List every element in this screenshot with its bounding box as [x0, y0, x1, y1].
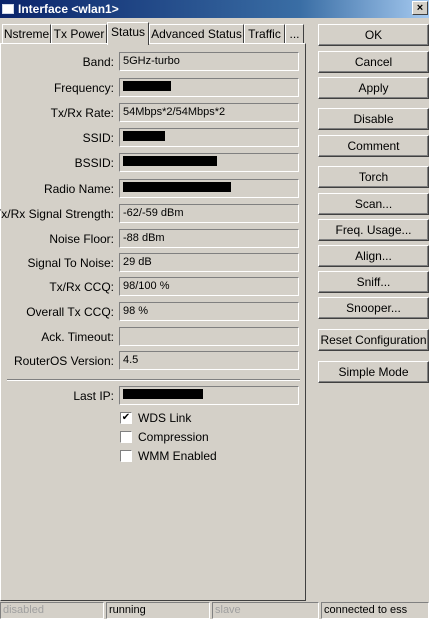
- signal-strength-row: Tx/Rx Signal Strength: -62/-59 dBm: [0, 204, 307, 223]
- status-connection: connected to ess: [321, 602, 429, 619]
- disable-button[interactable]: Disable: [318, 108, 429, 130]
- ssid-row: SSID:: [1, 128, 307, 147]
- reset-configuration-button[interactable]: Reset Configuration: [318, 329, 429, 351]
- signal-to-noise-row: Signal To Noise: 29 dB: [1, 253, 307, 272]
- interface-window: Interface <wlan1> × Nstreme Tx Power Sta…: [0, 0, 429, 619]
- signal-strength-label: Tx/Rx Signal Strength:: [0, 207, 114, 221]
- tab-status[interactable]: Status: [107, 22, 149, 45]
- wmm-enabled-checkbox[interactable]: [120, 450, 132, 462]
- txrx-rate-label: Tx/Rx Rate:: [50, 106, 114, 120]
- status-bar: disabled running slave connected to ess: [0, 601, 429, 619]
- wds-link-checkbox[interactable]: ✔: [120, 412, 132, 424]
- ssid-label: SSID:: [82, 131, 114, 145]
- freq-usage-button[interactable]: Freq. Usage...: [318, 219, 429, 241]
- tab-tx-power[interactable]: Tx Power: [51, 24, 107, 44]
- tab-advanced-status[interactable]: Advanced Status: [149, 24, 244, 44]
- cancel-button[interactable]: Cancel: [318, 51, 429, 73]
- wmm-enabled-label: WMM Enabled: [138, 449, 217, 463]
- ack-timeout-row: Ack. Timeout:: [1, 327, 307, 346]
- compression-checkbox[interactable]: [120, 431, 132, 443]
- signal-strength-field[interactable]: -62/-59 dBm: [119, 204, 299, 223]
- overall-tx-ccq-label: Overall Tx CCQ:: [26, 305, 114, 319]
- wmm-enabled-checkbox-row[interactable]: WMM Enabled: [120, 448, 217, 464]
- status-panel: Band: 5GHz-turbo Frequency: Tx/Rx Rate: …: [0, 43, 306, 601]
- band-row: Band: 5GHz-turbo: [1, 52, 307, 71]
- frequency-label: Frequency:: [53, 81, 114, 95]
- band-label: Band:: [82, 55, 114, 69]
- align-button[interactable]: Align...: [318, 245, 429, 267]
- radio-name-row: Radio Name:: [1, 179, 307, 198]
- last-ip-label: Last IP:: [73, 389, 114, 403]
- window-title: Interface <wlan1>: [18, 2, 119, 16]
- txrx-ccq-field[interactable]: 98/100 %: [119, 277, 299, 296]
- routeros-version-field[interactable]: 4.5: [119, 351, 299, 370]
- last-ip-field[interactable]: [119, 386, 299, 405]
- sniff-button[interactable]: Sniff...: [318, 271, 429, 293]
- bssid-row: BSSID:: [1, 153, 307, 172]
- redacted-value: [123, 389, 203, 400]
- txrx-ccq-label: Tx/Rx CCQ:: [49, 280, 114, 294]
- divider: [7, 379, 300, 381]
- noise-floor-label: Noise Floor:: [49, 232, 114, 246]
- tab-more[interactable]: ...: [285, 24, 304, 44]
- ssid-field[interactable]: [119, 128, 299, 147]
- ok-button[interactable]: OK: [318, 24, 429, 46]
- redacted-value: [123, 156, 217, 167]
- noise-floor-row: Noise Floor: -88 dBm: [1, 229, 307, 248]
- close-button[interactable]: ×: [412, 1, 428, 15]
- tab-traffic[interactable]: Traffic: [244, 24, 285, 44]
- routeros-version-row: RouterOS Version: 4.5: [1, 351, 307, 370]
- radio-name-field[interactable]: [119, 179, 299, 198]
- title-bar[interactable]: Interface <wlan1> ×: [0, 0, 429, 18]
- compression-checkbox-row[interactable]: Compression: [120, 429, 209, 445]
- last-ip-row: Last IP:: [1, 386, 307, 405]
- txrx-ccq-row: Tx/Rx CCQ: 98/100 %: [1, 277, 307, 296]
- noise-floor-field[interactable]: -88 dBm: [119, 229, 299, 248]
- ack-timeout-field[interactable]: [119, 327, 299, 346]
- simple-mode-button[interactable]: Simple Mode: [318, 361, 429, 383]
- signal-to-noise-label: Signal To Noise:: [27, 256, 115, 270]
- bssid-label: BSSID:: [74, 156, 114, 170]
- signal-to-noise-field[interactable]: 29 dB: [119, 253, 299, 272]
- status-running: running: [106, 602, 210, 619]
- redacted-value: [123, 81, 171, 92]
- status-disabled: disabled: [0, 602, 104, 619]
- comment-button[interactable]: Comment: [318, 135, 429, 157]
- radio-name-label: Radio Name:: [43, 182, 114, 196]
- snooper-button[interactable]: Snooper...: [318, 297, 429, 319]
- tab-strip: Nstreme Tx Power Status Advanced Status …: [0, 22, 306, 45]
- ack-timeout-label: Ack. Timeout:: [41, 330, 114, 344]
- torch-button[interactable]: Torch: [318, 166, 429, 188]
- frequency-row: Frequency:: [1, 78, 307, 97]
- txrx-rate-row: Tx/Rx Rate: 54Mbps*2/54Mbps*2: [1, 103, 307, 122]
- redacted-value: [123, 182, 231, 193]
- window-icon: [2, 4, 14, 14]
- overall-tx-ccq-field[interactable]: 98 %: [119, 302, 299, 321]
- status-slave: slave: [212, 602, 319, 619]
- overall-tx-ccq-row: Overall Tx CCQ: 98 %: [1, 302, 307, 321]
- frequency-field[interactable]: [119, 78, 299, 97]
- wds-link-label: WDS Link: [138, 411, 192, 425]
- compression-label: Compression: [138, 430, 209, 444]
- band-field[interactable]: 5GHz-turbo: [119, 52, 299, 71]
- tab-nstreme[interactable]: Nstreme: [2, 24, 51, 44]
- apply-button[interactable]: Apply: [318, 77, 429, 99]
- txrx-rate-field[interactable]: 54Mbps*2/54Mbps*2: [119, 103, 299, 122]
- redacted-value: [123, 131, 165, 142]
- wds-link-checkbox-row[interactable]: ✔ WDS Link: [120, 410, 191, 426]
- routeros-version-label: RouterOS Version:: [13, 354, 114, 368]
- bssid-field[interactable]: [119, 153, 299, 172]
- scan-button[interactable]: Scan...: [318, 193, 429, 215]
